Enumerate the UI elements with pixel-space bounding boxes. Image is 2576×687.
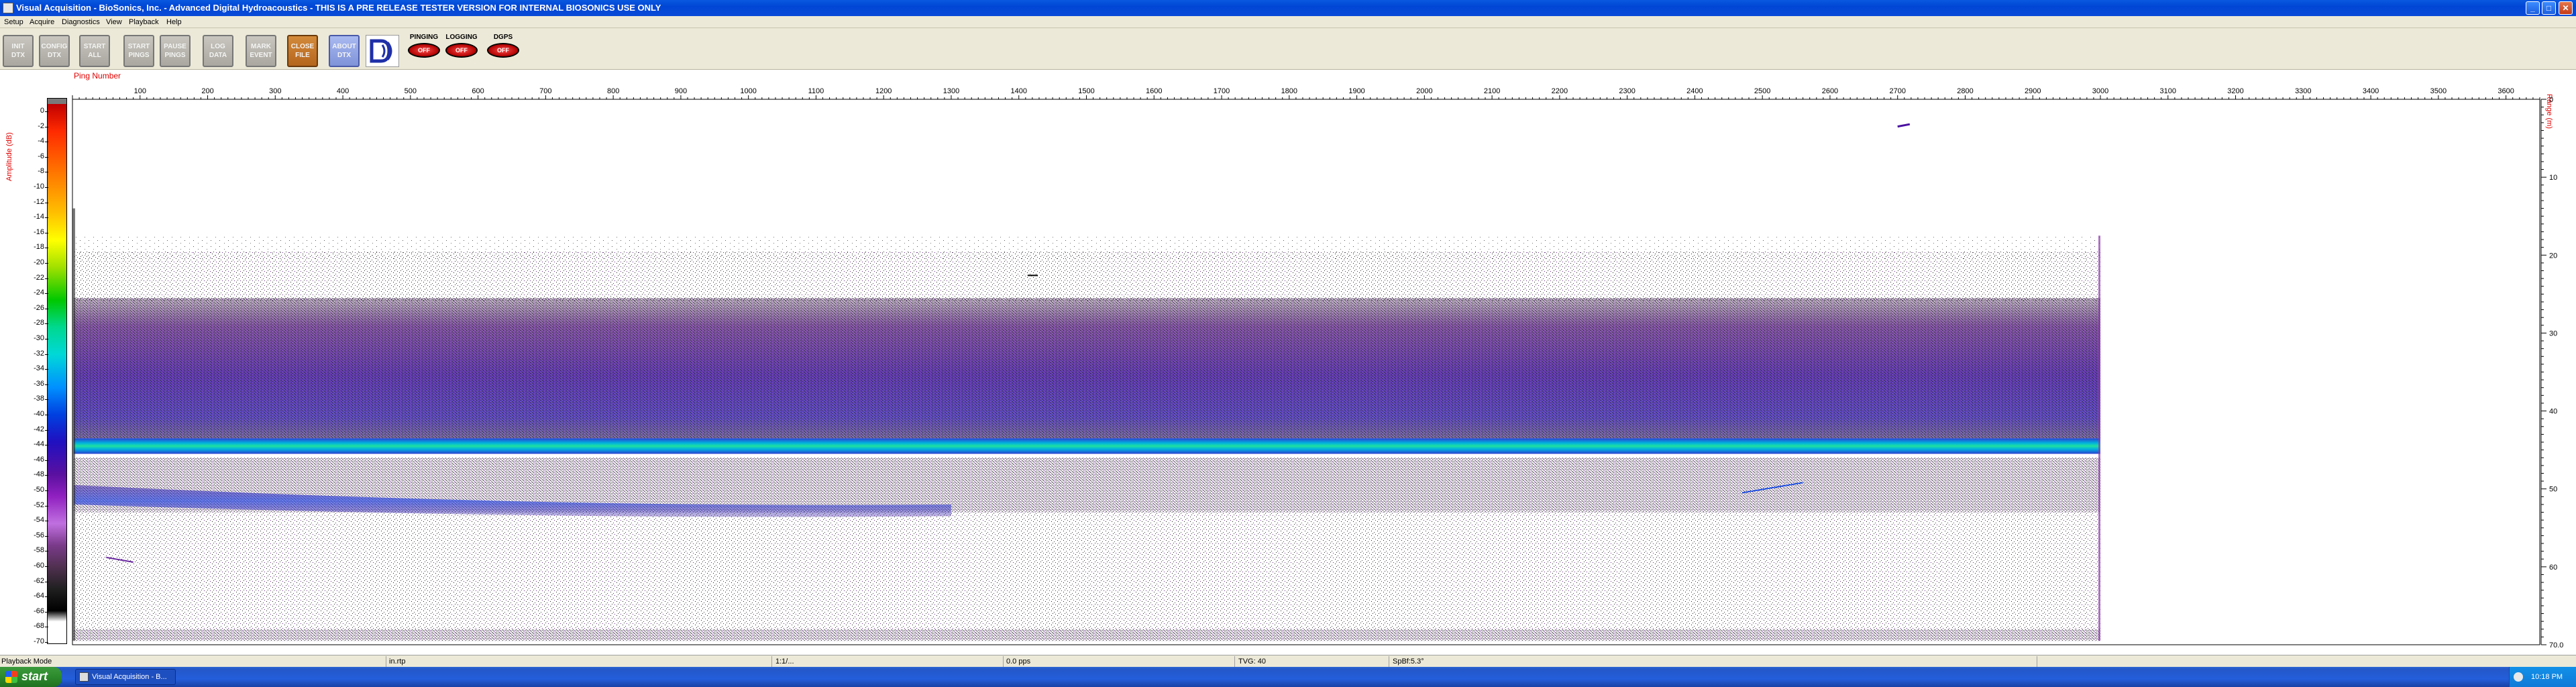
x-tick-label: 3300 (2295, 87, 2311, 95)
x-tick-label: 1900 (1348, 87, 1364, 95)
x-tick-label: 1100 (808, 87, 824, 95)
x-tick-label: 400 (337, 87, 349, 95)
status-mode: Playback Mode (1, 657, 52, 666)
x-tick-label: 2100 (1484, 87, 1500, 95)
toolbar: INIT DTX CONFIG DTX START ALL START PINGS PA… (0, 28, 2576, 70)
logging-indicator: LOGGING OFF (443, 34, 480, 67)
status-ping-rate: 0.0 pps (1006, 657, 1031, 666)
biosonics-logo-icon (370, 39, 392, 63)
x-tick-label: 1600 (1146, 87, 1162, 95)
status-bar: Playback Mode in.rtp 1:1/... 0.0 pps TVG… (0, 655, 2576, 667)
x-tick-label: 2300 (1619, 87, 1635, 95)
fish-layer-noise (74, 298, 2101, 439)
x-tick-label: 1300 (943, 87, 959, 95)
x-tick-label: 1800 (1281, 87, 1297, 95)
x-tick-label: 300 (269, 87, 281, 95)
x-tick-label: 3500 (2430, 87, 2447, 95)
status-tvg: TVG: 40 (1238, 657, 1266, 666)
close-button[interactable]: ✕ (2559, 1, 2573, 15)
echogram-chart[interactable]: 100 200 300 400 500 600 700 800 900 1000 1100 1200 1… (0, 70, 2576, 655)
log-data-button[interactable]: LOG DATA (203, 35, 233, 67)
bottom-edge-noise (74, 629, 2101, 641)
sparse-scatter-layer (74, 251, 2101, 302)
y-tick-label: 40 (2549, 408, 2557, 416)
y-tick-label: 50 (2549, 486, 2557, 494)
x-tick-label: 1500 (1078, 87, 1094, 95)
taskbar-item-visual-acquisition[interactable]: Visual Acquisition - B... (75, 669, 176, 685)
x-tick-label: 2500 (1754, 87, 1770, 95)
x-tick-label: 100 (134, 87, 146, 95)
x-tick-label: 3100 (2160, 87, 2176, 95)
x-tick-label: 2200 (1552, 87, 1568, 95)
left-edge-streak (72, 208, 75, 641)
pause-pings-button[interactable]: PAUSE PINGS (160, 35, 191, 67)
right-edge-streak (2098, 235, 2101, 641)
y-tick-label: 30 (2549, 329, 2557, 337)
deep-noise-layer (74, 512, 2101, 629)
x-tick-label: 2800 (1957, 87, 1973, 95)
title-bar: Visual Acquisition - BioSonics, Inc. - A… (0, 0, 2576, 16)
app-window-icon (79, 672, 89, 682)
taskbar: start Visual Acquisition - B... 10:18 PM (0, 667, 2576, 687)
x-tick-label: 1000 (740, 87, 756, 95)
x-tick-label: 1200 (875, 87, 892, 95)
minimize-button[interactable]: _ (2526, 1, 2540, 15)
x-tick-label: 2000 (1416, 87, 1432, 95)
window-title: Visual Acquisition - BioSonics, Inc. - A… (16, 3, 661, 13)
status-position: 1:1/... (775, 657, 794, 666)
app-icon (3, 3, 13, 13)
x-tick-label: 2900 (2025, 87, 2041, 95)
x-tick-label: 3200 (2227, 87, 2243, 95)
menu-view[interactable]: View (106, 18, 122, 26)
menu-diagnostics[interactable]: Diagnostics (62, 18, 100, 26)
menu-playback[interactable]: Playback (129, 18, 159, 26)
close-file-button[interactable]: CLOSE FILE (287, 35, 318, 67)
x-tick-label: 200 (201, 87, 213, 95)
system-tray: 10:18 PM (2509, 667, 2576, 687)
mark-event-button[interactable]: MARK EVENT (246, 35, 276, 67)
x-tick-label: 900 (675, 87, 687, 95)
x-tick-label: 500 (405, 87, 417, 95)
y-tick-label: 10 (2549, 174, 2557, 182)
x-tick-label: 1400 (1010, 87, 1026, 95)
config-dtx-button[interactable]: CONFIG DTX (39, 35, 70, 67)
x-tick-label: 1700 (1214, 87, 1230, 95)
x-tick-label: 800 (607, 87, 619, 95)
x-tick-label: 3400 (2363, 87, 2379, 95)
dgps-indicator: DGPS OFF (484, 34, 522, 67)
x-tick-label: 2600 (1822, 87, 1838, 95)
menu-bar: Setup Acquire Diagnostics View Playback … (0, 16, 2576, 28)
tray-network-icon (2514, 672, 2523, 682)
y-tick-label: 0 (2549, 96, 2553, 104)
y-tick-label: 60 (2549, 564, 2557, 572)
start-all-button[interactable]: START ALL (79, 35, 110, 67)
maximize-button[interactable]: □ (2542, 1, 2556, 15)
pinging-indicator: PINGING OFF (405, 34, 443, 67)
y-tick-label: 20 (2549, 252, 2557, 260)
start-button[interactable]: start (0, 667, 62, 687)
menu-acquire[interactable]: Acquire (30, 18, 54, 26)
menu-help[interactable]: Help (166, 18, 182, 26)
about-dtx-button[interactable]: ABOUT DTX (329, 35, 360, 67)
x-tick-label: 2700 (1889, 87, 1905, 95)
y-tick-label: 70.0 (2549, 641, 2563, 649)
x-tick-label: 600 (472, 87, 484, 95)
status-file: in.rtp (389, 657, 406, 666)
clock: 10:18 PM (2531, 673, 2563, 681)
status-beam: SpBf:5.3° (1393, 657, 1424, 666)
x-tick-label: 2400 (1686, 87, 1703, 95)
windows-flag-icon (5, 671, 17, 683)
x-tick-label: 3600 (2498, 87, 2514, 95)
x-tick-label: 3000 (2092, 87, 2108, 95)
bottom-echo-line (74, 438, 2101, 454)
init-dtx-button[interactable]: INIT DTX (3, 35, 34, 67)
start-pings-button[interactable]: START PINGS (123, 35, 154, 67)
x-tick-label: 700 (539, 87, 551, 95)
menu-setup[interactable]: Setup (4, 18, 23, 26)
biosonics-logo (366, 35, 399, 67)
